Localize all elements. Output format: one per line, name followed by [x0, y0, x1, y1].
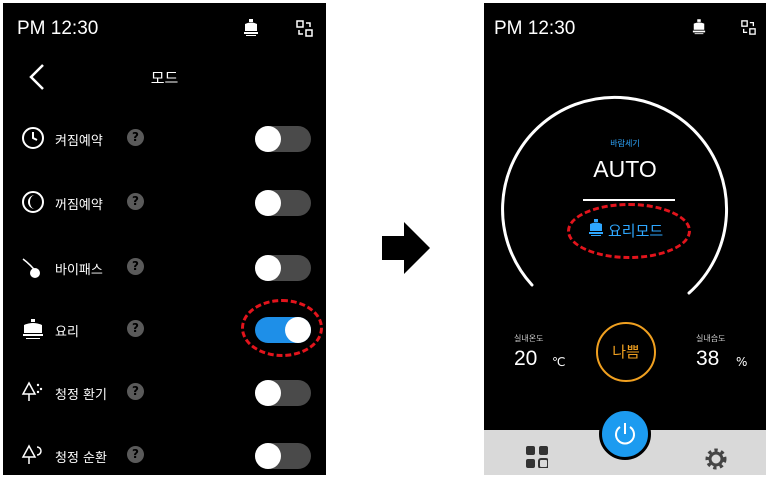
mode-label: 요리 [55, 325, 79, 340]
power-icon [615, 423, 635, 445]
clock-icon [22, 127, 44, 149]
page-title: 모드 [150, 69, 179, 87]
divider [583, 199, 675, 201]
air-quality-badge[interactable]: 나쁨 [596, 322, 656, 382]
toggle-knob [255, 126, 281, 152]
moon-icon [22, 191, 44, 213]
highlight-ellipse [567, 203, 691, 259]
mode-label: 바이패스 [55, 263, 103, 278]
help-icon[interactable]: ? [127, 320, 144, 337]
wind-speed-value: AUTO [593, 156, 657, 182]
help-icon[interactable]: ? [127, 383, 144, 400]
mode-label: 청정 순환 [55, 451, 107, 466]
bypass-toggle[interactable] [255, 255, 311, 281]
cooking-pot-icon [23, 319, 43, 339]
tree-circulation-icon [21, 444, 42, 464]
toggle-knob [255, 255, 281, 281]
indoor-temp-unit: ℃ [552, 355, 566, 369]
network-icon [296, 20, 313, 37]
clean-ventilation-toggle[interactable] [255, 380, 311, 406]
mode-label: 꺼짐예약 [55, 198, 103, 213]
indoor-temp-label: 실내온도 [514, 334, 544, 343]
toggle-knob [255, 380, 281, 406]
power-button[interactable] [599, 408, 651, 460]
mode-row-clean-ventilation: 청정 환기 ? [3, 372, 326, 412]
menu-grid-icon[interactable] [526, 446, 548, 468]
clean-circulation-toggle[interactable] [255, 443, 311, 469]
main-status-screen: PM 12:30 바람세기 AUTO 요리모드 실내온도 20 ℃ 나쁨 실내습… [484, 3, 766, 475]
help-icon[interactable]: ? [127, 193, 144, 210]
tree-ventilation-icon [21, 381, 43, 401]
indoor-humidity-value: 38 [696, 347, 720, 370]
cooking-pot-icon [244, 19, 258, 36]
toggle-knob [255, 443, 281, 469]
mode-label: 청정 환기 [55, 388, 107, 403]
help-icon[interactable]: ? [127, 258, 144, 275]
mode-row-clean-circulation: 청정 순환 ? [3, 435, 326, 475]
mode-settings-screen: PM 12:30 모드 켜짐예약 ? 꺼짐예약 ? 바이패스 ? 요리 ? 청정… [3, 3, 326, 475]
mode-row-off-reservation: 꺼짐예약 ? [3, 182, 326, 222]
indoor-humidity-unit: % [736, 355, 748, 369]
mode-row-bypass: 바이패스 ? [3, 247, 326, 287]
help-icon[interactable]: ? [127, 446, 144, 463]
wind-speed-label: 바람세기 [610, 139, 640, 148]
highlight-ellipse [241, 299, 323, 357]
right-arrow-icon [382, 222, 430, 274]
on-reservation-toggle[interactable] [255, 126, 311, 152]
off-reservation-toggle[interactable] [255, 190, 311, 216]
bypass-icon [22, 258, 40, 278]
gear-icon[interactable] [703, 446, 729, 472]
indoor-humidity-label: 실내습도 [696, 334, 726, 343]
toggle-knob [255, 190, 281, 216]
mode-row-on-reservation: 켜짐예약 ? [3, 118, 326, 158]
indoor-temp-value: 20 [514, 347, 538, 370]
status-time: PM 12:30 [17, 18, 99, 39]
mode-label: 켜짐예약 [55, 134, 103, 149]
help-icon[interactable]: ? [127, 129, 144, 146]
